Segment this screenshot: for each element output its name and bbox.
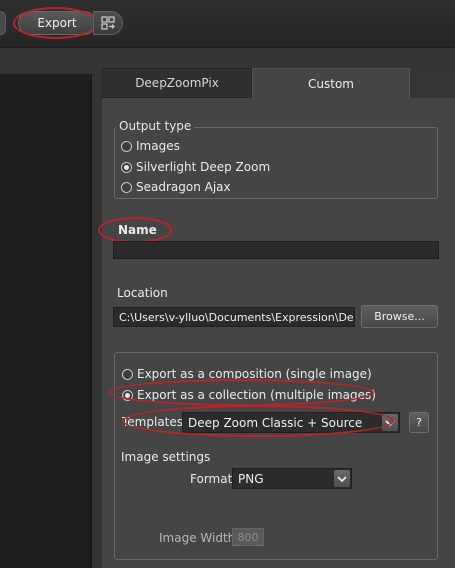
- toolbar-previous-button[interactable]: [0, 11, 6, 35]
- export-button[interactable]: Export: [18, 11, 96, 35]
- preview-panel: [0, 74, 92, 568]
- radio-seadragon-label: Seadragon Ajax: [136, 180, 231, 194]
- top-toolbar: Export: [0, 0, 455, 48]
- radio-seadragon-circle: [121, 181, 132, 193]
- location-label: Location: [117, 286, 168, 300]
- radio-composition-circle: [122, 368, 133, 380]
- export-settings-panel: DeepZoomPix Custom Output type Images Si…: [98, 68, 455, 568]
- radio-collection-label: Export as a collection (multiple images): [137, 388, 376, 402]
- radio-export-composition[interactable]: Export as a composition (single image): [122, 367, 372, 381]
- help-icon: ?: [416, 416, 422, 429]
- format-label: Format: [190, 472, 233, 486]
- chevron-down-icon: [334, 470, 350, 487]
- templates-select[interactable]: Deep Zoom Classic + Source: [182, 412, 400, 433]
- radio-export-collection[interactable]: Export as a collection (multiple images): [122, 388, 376, 402]
- image-width-label: Image Width: [159, 531, 236, 545]
- radio-images[interactable]: Images: [121, 139, 180, 153]
- export-options-icon: [101, 16, 115, 30]
- radio-images-circle: [121, 140, 132, 152]
- templates-label: Templates: [122, 415, 184, 429]
- radio-collection-circle: [122, 389, 133, 401]
- location-field[interactable]: C:\Users\v-ylluo\Documents\Expression\De…: [113, 307, 355, 327]
- browse-button-label: Browse...: [374, 310, 425, 323]
- browse-button[interactable]: Browse...: [361, 305, 438, 328]
- export-options-button[interactable]: [93, 11, 123, 35]
- radio-silverlight-label: Silverlight Deep Zoom: [136, 160, 271, 174]
- radio-seadragon-ajax[interactable]: Seadragon Ajax: [121, 180, 231, 194]
- tab-strip-filler: [410, 68, 455, 98]
- templates-help-button[interactable]: ?: [409, 412, 429, 433]
- name-label: Name: [118, 223, 157, 237]
- tab-deepzoompix[interactable]: DeepZoomPix: [102, 68, 252, 98]
- tab-deepzoompix-label: DeepZoomPix: [135, 76, 219, 90]
- radio-silverlight-deep-zoom[interactable]: Silverlight Deep Zoom: [121, 160, 270, 174]
- tab-custom[interactable]: Custom: [252, 68, 410, 98]
- format-select[interactable]: PNG: [232, 468, 352, 489]
- output-type-legend: Output type: [116, 119, 195, 133]
- tab-custom-label: Custom: [308, 76, 354, 91]
- panel-splitter[interactable]: [92, 74, 102, 568]
- radio-composition-label: Export as a composition (single image): [137, 367, 372, 381]
- format-select-value: PNG: [238, 471, 264, 486]
- image-settings-label: Image settings: [121, 450, 211, 464]
- custom-tab-content: Output type Images Silverlight Deep Zoom…: [98, 98, 455, 568]
- export-window: Export DeepZoomPix Custom Output type Im…: [0, 0, 455, 568]
- image-width-field: 800: [232, 528, 264, 546]
- name-field[interactable]: [113, 241, 439, 259]
- templates-select-value: Deep Zoom Classic + Source: [188, 415, 363, 430]
- export-button-label: Export: [37, 16, 77, 30]
- chevron-down-icon: [382, 414, 398, 431]
- radio-silverlight-circle: [121, 161, 132, 173]
- radio-images-label: Images: [136, 139, 180, 153]
